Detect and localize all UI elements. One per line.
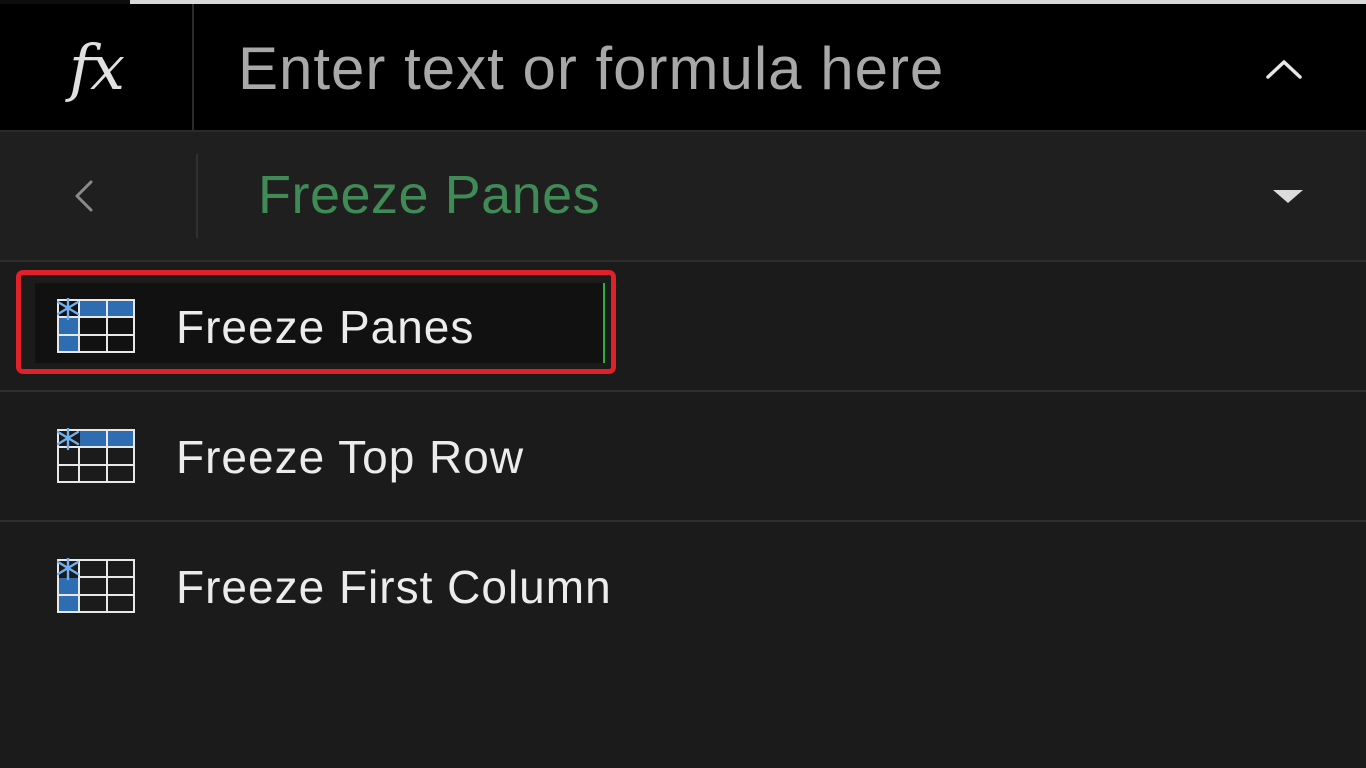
fx-icon: fx — [69, 30, 125, 104]
menu-item-label: Freeze Panes — [176, 301, 475, 353]
freeze-panes-icon — [56, 298, 135, 353]
chevron-left-icon — [75, 180, 93, 212]
back-button[interactable] — [48, 166, 118, 226]
fx-button[interactable]: fx — [0, 4, 194, 130]
freeze-first-column-icon — [56, 558, 135, 613]
header-divider — [196, 154, 198, 238]
ribbon-submenu-header: Freeze Panes — [0, 132, 1366, 262]
submenu-title: Freeze Panes — [258, 165, 601, 225]
chevron-up-icon — [1266, 60, 1302, 79]
menu-item-freeze-top-row[interactable]: Freeze Top Row — [0, 392, 1366, 522]
caret-down-icon — [1273, 190, 1303, 203]
menu-item-freeze-first-column[interactable]: Freeze First Column — [0, 522, 1366, 650]
menu-item-label: Freeze Top Row — [176, 431, 525, 483]
submenu-dropdown-button[interactable] — [1258, 176, 1318, 216]
menu-item-freeze-panes[interactable]: Freeze Panes — [0, 262, 1366, 392]
formula-input[interactable] — [238, 32, 1218, 104]
freeze-panes-menu: Freeze Panes Freeze Top Row Freeze First… — [0, 262, 1366, 650]
excel-mobile-screen: fx Freeze Panes — [0, 0, 1366, 768]
formula-bar: fx — [0, 4, 1366, 132]
menu-item-label: Freeze First Column — [176, 561, 612, 613]
collapse-formula-button[interactable] — [1254, 44, 1314, 94]
freeze-top-row-icon — [56, 428, 135, 483]
